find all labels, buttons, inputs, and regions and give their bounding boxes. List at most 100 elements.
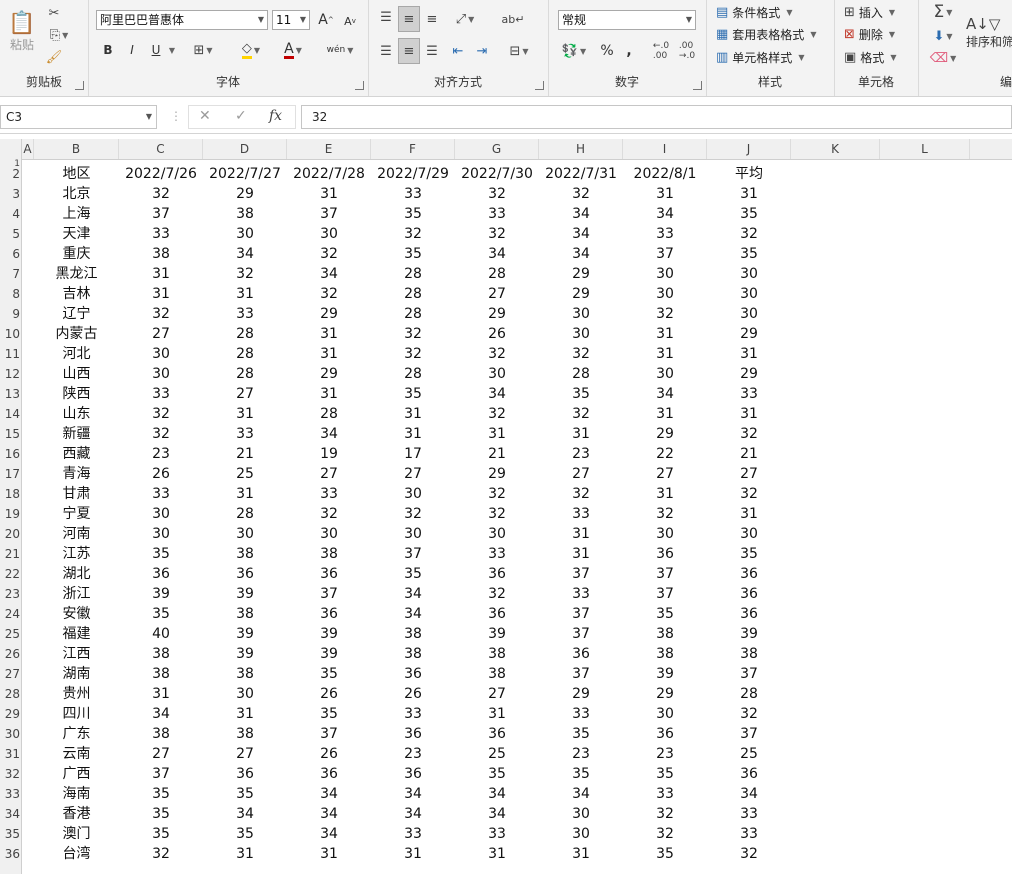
cell-f11[interactable]: 32 — [371, 344, 455, 364]
number-launcher[interactable] — [693, 81, 702, 90]
cell-h23[interactable]: 33 — [539, 584, 623, 604]
cell-f26[interactable]: 38 — [371, 644, 455, 664]
cell-c10[interactable]: 27 — [119, 324, 203, 344]
row-header-36[interactable]: 36 — [0, 844, 21, 864]
cell-d33[interactable]: 35 — [203, 784, 287, 804]
cancel-icon[interactable]: ✕ — [199, 108, 211, 124]
cell-g6[interactable]: 34 — [455, 244, 539, 264]
increase-decimal-button[interactable]: ←.0.00 — [650, 40, 672, 62]
cell-f24[interactable]: 34 — [371, 604, 455, 624]
cell-e6[interactable]: 32 — [287, 244, 371, 264]
cell-h20[interactable]: 31 — [539, 524, 623, 544]
cell-c6[interactable]: 38 — [119, 244, 203, 264]
cell-i8[interactable]: 30 — [623, 284, 707, 304]
cell-b17[interactable]: 青海 — [34, 464, 119, 484]
cell-c29[interactable]: 34 — [119, 704, 203, 724]
row-header-4[interactable]: 4 — [0, 204, 21, 224]
cell-c15[interactable]: 32 — [119, 424, 203, 444]
format-as-table-button[interactable]: ▦ 套用表格格式 ▼ — [716, 26, 816, 43]
cell-i34[interactable]: 32 — [623, 804, 707, 824]
cell-b4[interactable]: 上海 — [34, 204, 119, 224]
cell-f4[interactable]: 35 — [371, 204, 455, 224]
cell-h35[interactable]: 30 — [539, 824, 623, 844]
cell-e20[interactable]: 30 — [287, 524, 371, 544]
cell-j8[interactable]: 30 — [707, 284, 791, 304]
cell-j14[interactable]: 31 — [707, 404, 791, 424]
formula-input[interactable]: 32 — [301, 105, 1012, 129]
row-header-34[interactable]: 34 — [0, 804, 21, 824]
fill-button[interactable]: ⬇ ▼ — [926, 26, 960, 46]
cell-c24[interactable]: 35 — [119, 604, 203, 624]
cell-e28[interactable]: 26 — [287, 684, 371, 704]
cell-g9[interactable]: 29 — [455, 304, 539, 324]
cell-i32[interactable]: 35 — [623, 764, 707, 784]
cell-h21[interactable]: 31 — [539, 544, 623, 564]
cell-i6[interactable]: 37 — [623, 244, 707, 264]
underline-button[interactable]: U — [146, 40, 166, 60]
cell-h17[interactable]: 27 — [539, 464, 623, 484]
cell-h34[interactable]: 30 — [539, 804, 623, 824]
row-header-35[interactable]: 35 — [0, 824, 21, 844]
cell-c33[interactable]: 35 — [119, 784, 203, 804]
cell-e26[interactable]: 39 — [287, 644, 371, 664]
cell-i11[interactable]: 31 — [623, 344, 707, 364]
cell-i23[interactable]: 37 — [623, 584, 707, 604]
align-center-button[interactable]: ≡ — [398, 38, 420, 64]
increase-indent-button[interactable]: ⇥ — [472, 40, 492, 62]
row-header-24[interactable]: 24 — [0, 604, 21, 624]
align-right-button[interactable]: ☰ — [422, 40, 442, 62]
cell-e14[interactable]: 28 — [287, 404, 371, 424]
clipboard-launcher[interactable] — [75, 81, 84, 90]
cell-c4[interactable]: 37 — [119, 204, 203, 224]
cell-j10[interactable]: 29 — [707, 324, 791, 344]
shrink-font-button[interactable]: Av — [340, 12, 360, 30]
cell-i21[interactable]: 36 — [623, 544, 707, 564]
cell-g19[interactable]: 32 — [455, 504, 539, 524]
underline-dropdown[interactable]: ▼ — [166, 40, 176, 60]
cell-j3[interactable]: 31 — [707, 184, 791, 204]
row-header-30[interactable]: 30 — [0, 724, 21, 744]
row-header-2[interactable]: 2 — [0, 164, 21, 184]
cell-g28[interactable]: 27 — [455, 684, 539, 704]
cell-j30[interactable]: 37 — [707, 724, 791, 744]
format-painter-button[interactable]: 🖌 — [44, 48, 64, 66]
cell-j24[interactable]: 36 — [707, 604, 791, 624]
cell-c5[interactable]: 33 — [119, 224, 203, 244]
cell-i25[interactable]: 38 — [623, 624, 707, 644]
cell-b15[interactable]: 新疆 — [34, 424, 119, 444]
cell-f2[interactable]: 2022/7/29 — [371, 164, 455, 184]
cell-e10[interactable]: 31 — [287, 324, 371, 344]
cell-d11[interactable]: 28 — [203, 344, 287, 364]
cell-j36[interactable]: 32 — [707, 844, 791, 864]
cell-i30[interactable]: 36 — [623, 724, 707, 744]
cell-j33[interactable]: 34 — [707, 784, 791, 804]
column-header-b[interactable]: B — [34, 139, 119, 159]
cell-f3[interactable]: 33 — [371, 184, 455, 204]
row-header-10[interactable]: 10 — [0, 324, 21, 344]
cell-d17[interactable]: 25 — [203, 464, 287, 484]
cell-g23[interactable]: 32 — [455, 584, 539, 604]
cell-area[interactable]: 地区 2022/7/26 2022/7/27 2022/7/28 2022/7/29 20… — [22, 159, 1012, 874]
sort-filter-button[interactable]: A↓▽ 排序和筛 — [966, 2, 1012, 62]
cell-h13[interactable]: 35 — [539, 384, 623, 404]
cell-c19[interactable]: 30 — [119, 504, 203, 524]
cell-e21[interactable]: 38 — [287, 544, 371, 564]
cell-j25[interactable]: 39 — [707, 624, 791, 644]
cell-f7[interactable]: 28 — [371, 264, 455, 284]
cell-j26[interactable]: 38 — [707, 644, 791, 664]
cell-j35[interactable]: 33 — [707, 824, 791, 844]
cell-c14[interactable]: 32 — [119, 404, 203, 424]
cell-i29[interactable]: 30 — [623, 704, 707, 724]
cell-e30[interactable]: 37 — [287, 724, 371, 744]
cell-b9[interactable]: 辽宁 — [34, 304, 119, 324]
cell-b8[interactable]: 吉林 — [34, 284, 119, 304]
cell-j34[interactable]: 33 — [707, 804, 791, 824]
phonetic-button[interactable]: wén ▼ — [322, 40, 358, 60]
select-all-corner[interactable] — [0, 139, 22, 159]
cell-d34[interactable]: 34 — [203, 804, 287, 824]
cell-f30[interactable]: 36 — [371, 724, 455, 744]
cell-e31[interactable]: 26 — [287, 744, 371, 764]
cell-f36[interactable]: 31 — [371, 844, 455, 864]
align-top-button[interactable]: ☰ — [376, 6, 396, 28]
cell-b23[interactable]: 浙江 — [34, 584, 119, 604]
